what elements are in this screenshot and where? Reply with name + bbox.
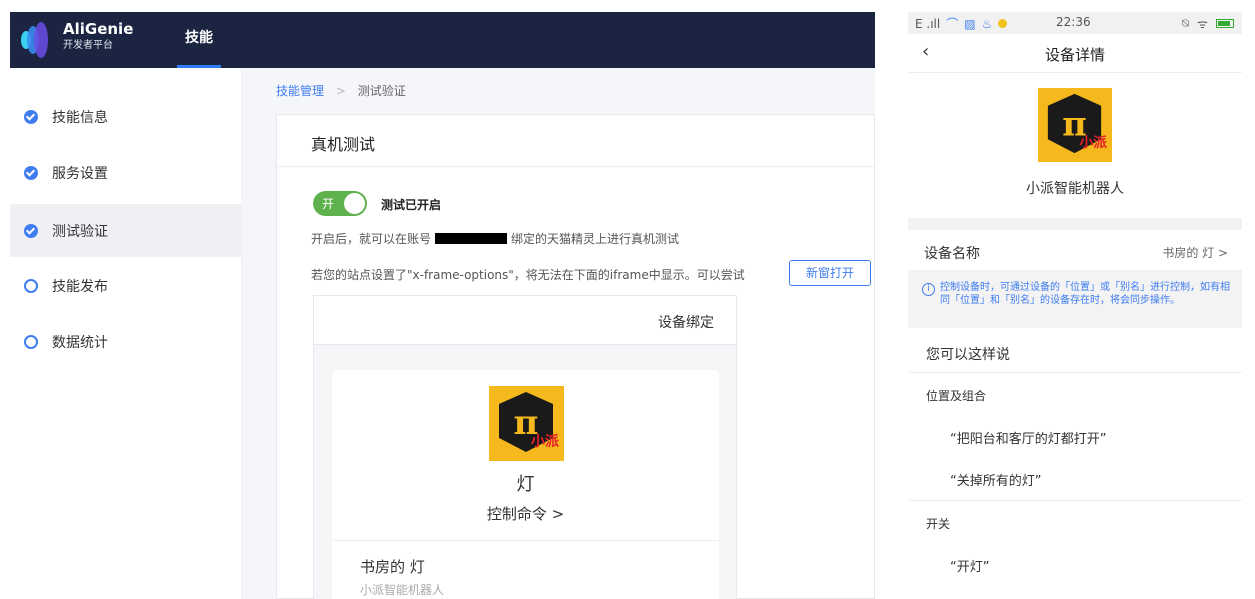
brand-subtitle: 开发者平台 (63, 40, 113, 51)
check-circle-icon (24, 165, 38, 180)
sidebar-item-skill-publish[interactable]: 技能发布 (10, 259, 242, 312)
phone-header: ‹ 设备详情 (908, 34, 1242, 73)
phrase: “关掉所有的灯” (950, 474, 1042, 489)
iframe-header-title: 设备绑定 (658, 315, 714, 331)
info-icon: i (922, 283, 935, 296)
empty-circle-icon (24, 334, 38, 349)
sidebar-item-data-stats[interactable]: 数据统计 (10, 315, 242, 368)
bound-device-name[interactable]: 书房的 灯 (360, 556, 425, 577)
brand: AliGenie 开发者平台 (63, 21, 133, 53)
sidebar-item-label: 技能发布 (52, 278, 108, 295)
device-name: 灯 (516, 474, 535, 495)
sidebar-item-label: 服务设置 (52, 165, 108, 182)
group-label: 开关 (926, 517, 951, 531)
image-icon: ▨ (964, 16, 976, 31)
top-navbar: AliGenie 开发者平台 技能 (10, 12, 875, 68)
status-time: 22:36 (1056, 15, 1091, 29)
test-toggle[interactable]: 开 (313, 191, 367, 216)
brand-name: AliGenie (63, 20, 134, 38)
panel-title: 真机测试 (311, 135, 376, 154)
phone-screen: E .ıll ⌒ ▨ ♨ 22:36 ⍉ ᯤ ‹ 设备详情 π 小派 小派智能机… (908, 12, 1242, 599)
device-name-value[interactable]: 书房的 灯 > (1162, 244, 1228, 261)
divider (332, 540, 719, 541)
device-card: π 小派 灯 控制命令 > 书房的 灯 小派智能机器人 (332, 370, 719, 599)
breadcrumb-current: 测试验证 (357, 84, 406, 98)
svg-text:小派: 小派 (531, 434, 560, 450)
bound-device-sub: 小派智能机器人 (360, 583, 445, 597)
account-info: 开启后，就可以在账号 绑定的天猫精灵上进行真机测试 (311, 230, 679, 247)
say-title: 您可以这样说 (926, 347, 1010, 363)
device-binding-iframe[interactable]: 设备绑定 π 小派 灯 控制命令 > 书房的 灯 小派智能机器人 (313, 295, 737, 599)
open-new-window-button[interactable]: 新窗打开 (789, 260, 871, 286)
divider (908, 500, 1242, 501)
iframe-header: 设备绑定 (314, 296, 736, 345)
divider (277, 166, 874, 167)
developer-console: AliGenie 开发者平台 技能 技能信息 服务设置 测试验证 技能发布 数据… (10, 12, 875, 599)
status-bar: E .ıll ⌒ ▨ ♨ 22:36 ⍉ ᯤ (908, 12, 1242, 34)
phrase: “开灯” (950, 560, 990, 575)
section-gap (908, 218, 1242, 230)
sidebar-item-label: 技能信息 (52, 109, 108, 126)
toggle-label: 开 (322, 197, 335, 211)
battery-icon (1216, 19, 1234, 28)
sidebar-item-label: 数据统计 (52, 334, 108, 351)
wifi-signal-icon: ᯤ (1197, 17, 1208, 31)
aligenie-logo-icon (21, 22, 48, 58)
toggle-status: 测试已开启 (381, 198, 442, 212)
signal-icon: E .ıll (915, 16, 941, 31)
hint-text: 控制设备时，可通过设备的「位置」或「别名」进行控制，如有相同「位置」和「别名」的… (940, 282, 1230, 306)
breadcrumb: 技能管理 > 测试验证 (276, 82, 406, 99)
device-title: 小派智能机器人 (1026, 181, 1124, 197)
sidebar-item-label: 测试验证 (52, 223, 108, 240)
toggle-knob (344, 193, 365, 214)
hint-box: i 控制设备时，可通过设备的「位置」或「别名」进行控制，如有相同「位置」和「别名… (908, 270, 1242, 328)
real-device-test-panel: 真机测试 开 测试已开启 开启后，就可以在账号 绑定的天猫精灵上进行真机测试 若您… (276, 114, 875, 599)
control-command-link[interactable]: 控制命令 > (332, 503, 719, 524)
page-title: 设备详情 (1044, 46, 1105, 64)
sidebar-item-test-verify[interactable]: 测试验证 (10, 204, 242, 257)
check-circle-icon (24, 109, 38, 124)
empty-circle-icon (24, 278, 38, 293)
status-left: E .ıll ⌒ ▨ ♨ (915, 15, 1008, 32)
breadcrumb-separator: > (335, 84, 346, 98)
device-name-label: 设备名称 (924, 246, 980, 262)
iframe-note: 若您的站点设置了"x-frame-options"，将无法在下面的iframe中… (311, 268, 745, 282)
svg-text:小派: 小派 (1079, 135, 1107, 151)
sidebar: 技能信息 服务设置 测试验证 技能发布 数据统计 (10, 68, 242, 599)
tab-skills[interactable]: 技能 (177, 12, 221, 68)
group-label: 位置及组合 (926, 389, 987, 403)
wifi-icon: ⌒ (946, 17, 959, 31)
mute-icon: ⍉ (1181, 16, 1190, 30)
redacted-account (435, 233, 508, 244)
xiaopai-logo-icon: π 小派 (489, 386, 564, 461)
status-right: ⍉ ᯤ (1182, 15, 1234, 32)
sidebar-item-service-settings[interactable]: 服务设置 (10, 146, 242, 199)
divider (908, 372, 1242, 373)
phrase: “把阳台和客厅的灯都打开” (950, 432, 1107, 447)
sidebar-item-skill-info[interactable]: 技能信息 (10, 90, 242, 143)
breadcrumb-link[interactable]: 技能管理 (276, 84, 324, 98)
info-text-before: 开启后，就可以在账号 (311, 232, 432, 246)
app-notification-icon: ♨ (981, 16, 993, 31)
xiaopai-logo-icon: π 小派 (1038, 88, 1112, 162)
info-text-after: 绑定的天猫精灵上进行真机测试 (511, 232, 680, 246)
notification-dot-icon (998, 19, 1008, 28)
check-circle-icon (24, 223, 38, 238)
